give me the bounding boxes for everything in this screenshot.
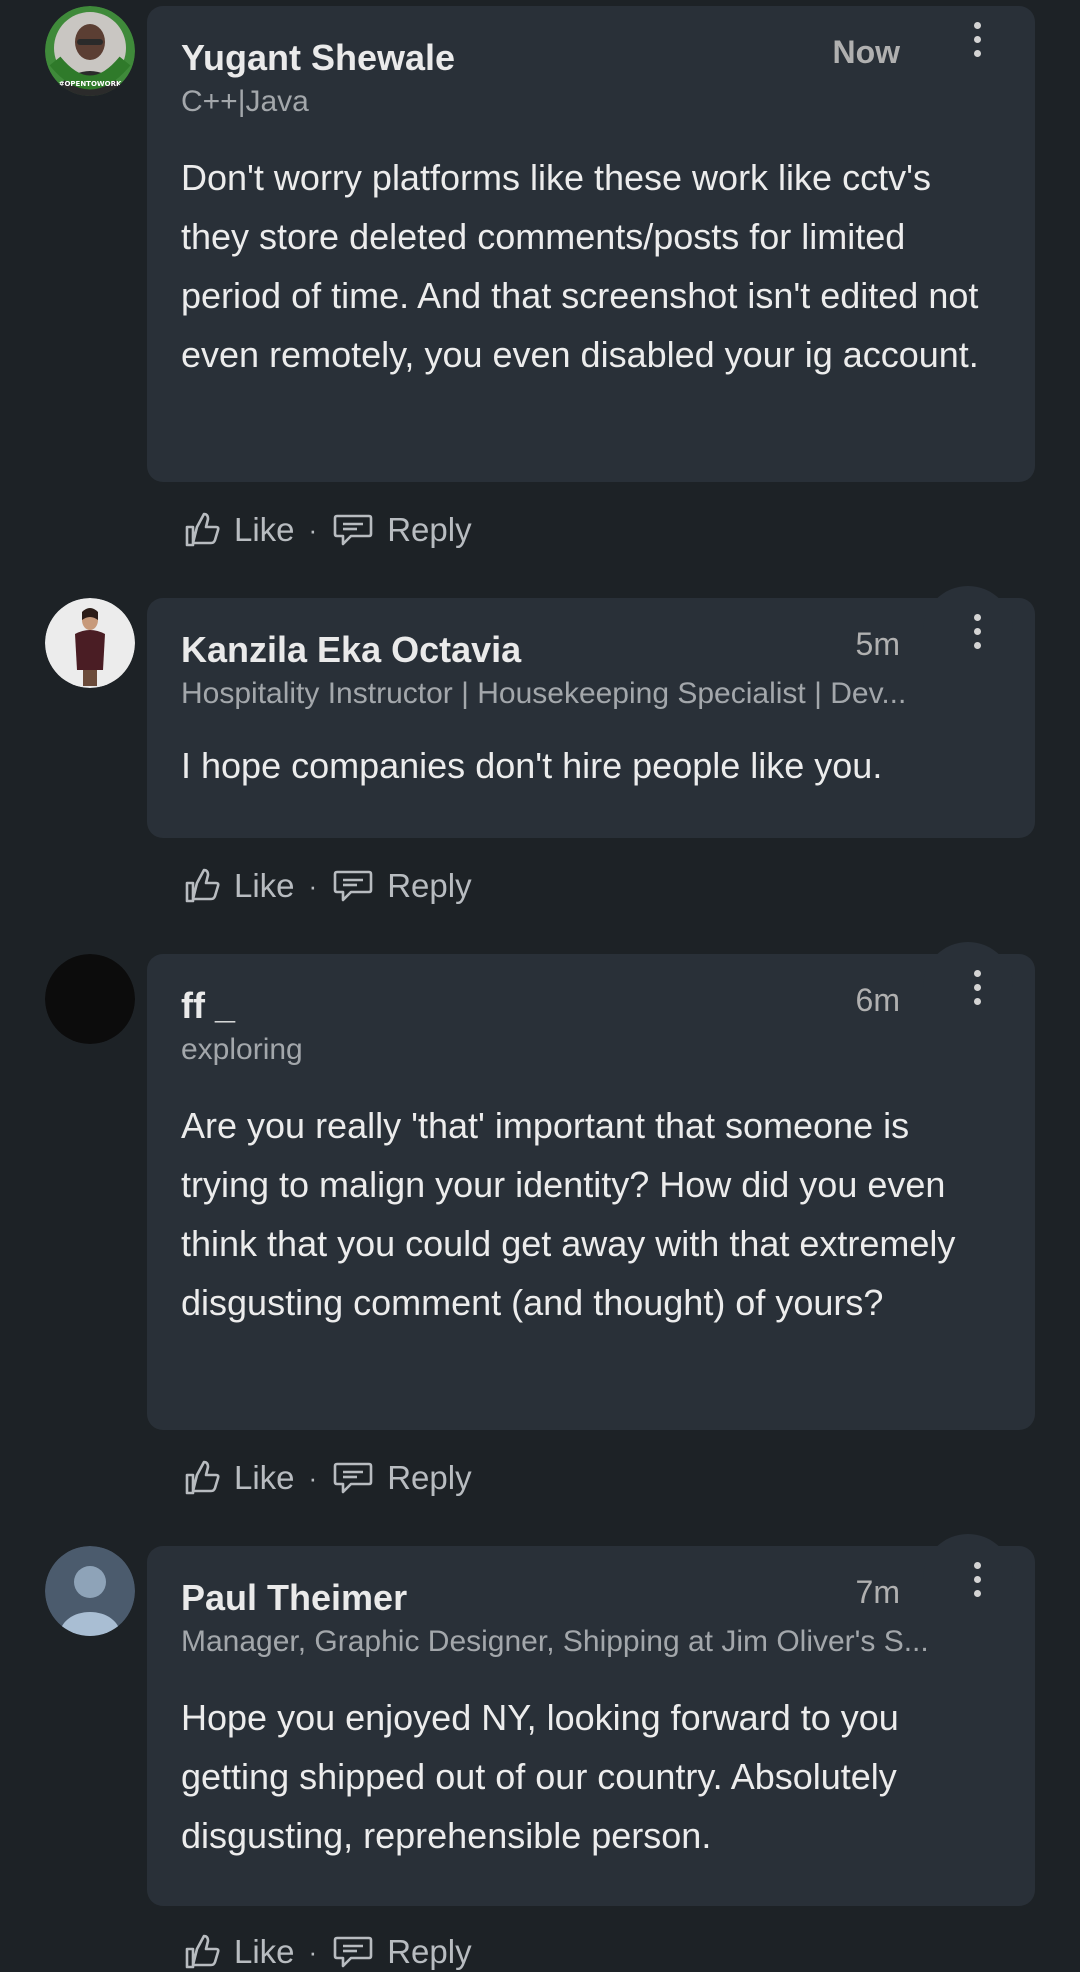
comment-actions: Like · Reply (182, 866, 472, 906)
more-options-icon[interactable] (959, 16, 995, 62)
default-avatar-icon (45, 1546, 135, 1636)
more-options-icon[interactable] (959, 1556, 995, 1602)
comment-timestamp: 5m (855, 626, 900, 662)
separator-dot: · (308, 1936, 318, 1967)
reply-label: Reply (387, 511, 472, 548)
comment-timestamp: 6m (855, 982, 900, 1018)
like-label: Like (234, 511, 295, 548)
reply-label: Reply (387, 1933, 472, 1970)
separator-dot: · (308, 870, 318, 901)
thumbs-up-icon (185, 512, 220, 547)
comment-text: Are you really 'that' important that som… (181, 1105, 956, 1323)
open-to-work-avatar-image: #OPENTOWORK (45, 6, 135, 96)
commenter-headline: Manager, Graphic Designer, Shipping at J… (181, 1625, 929, 1658)
reply-icon (333, 1936, 373, 1968)
thumbs-up-icon (185, 868, 220, 903)
reply-icon (333, 514, 373, 546)
profile-photo (45, 954, 135, 1044)
comment-text: Hope you enjoyed NY, looking forward to … (181, 1697, 899, 1856)
comment-actions: Like · Reply (182, 510, 472, 550)
thumbs-up-icon (185, 1934, 220, 1969)
avatar[interactable] (45, 1546, 135, 1636)
like-button[interactable]: Like (182, 510, 295, 550)
more-options-icon[interactable] (959, 964, 995, 1010)
comment-actions: Like · Reply (182, 1932, 472, 1972)
reply-button[interactable]: Reply (331, 1932, 472, 1972)
like-button[interactable]: Like (182, 1458, 295, 1498)
avatar[interactable]: #OPENTOWORK (45, 6, 135, 96)
reply-label: Reply (387, 1459, 472, 1496)
comment-text: I hope companies don't hire people like … (181, 745, 883, 786)
comment-bubble: ff _ 6m exploring Are you really 'that' … (147, 942, 1035, 1430)
svg-text:#OPENTOWORK: #OPENTOWORK (59, 80, 122, 88)
commenter-headline: Hospitality Instructor | Housekeeping Sp… (181, 677, 907, 710)
thumbs-up-icon (185, 1460, 220, 1495)
avatar[interactable] (45, 954, 135, 1044)
comment-timestamp: Now (832, 34, 900, 70)
reply-button[interactable]: Reply (331, 1458, 472, 1498)
separator-dot: · (308, 514, 318, 545)
like-label: Like (234, 1459, 295, 1496)
avatar[interactable] (45, 598, 135, 688)
profile-photo (45, 598, 135, 688)
reply-button[interactable]: Reply (331, 510, 472, 550)
comment-text: Don't worry platforms like these work li… (181, 157, 979, 375)
like-button[interactable]: Like (182, 866, 295, 906)
reply-icon (333, 1462, 373, 1494)
comment-bubble: Kanzila Eka Octavia 5m Hospitality Instr… (147, 586, 1035, 838)
like-button[interactable]: Like (182, 1932, 295, 1972)
comment-timestamp: 7m (855, 1574, 900, 1610)
comment-bubble: Paul Theimer 7m Manager, Graphic Designe… (147, 1534, 1035, 1906)
comment-actions: Like · Reply (182, 1458, 472, 1498)
like-label: Like (234, 867, 295, 904)
commenter-headline: exploring (181, 1033, 303, 1066)
reply-button[interactable]: Reply (331, 866, 472, 906)
reply-icon (333, 870, 373, 902)
like-label: Like (234, 1933, 295, 1970)
more-options-icon[interactable] (959, 608, 995, 654)
comment-bubble: Yugant Shewale Now C++|Java Don't worry … (147, 6, 1035, 482)
reply-label: Reply (387, 867, 472, 904)
commenter-headline: C++|Java (181, 85, 309, 118)
separator-dot: · (308, 1462, 318, 1493)
